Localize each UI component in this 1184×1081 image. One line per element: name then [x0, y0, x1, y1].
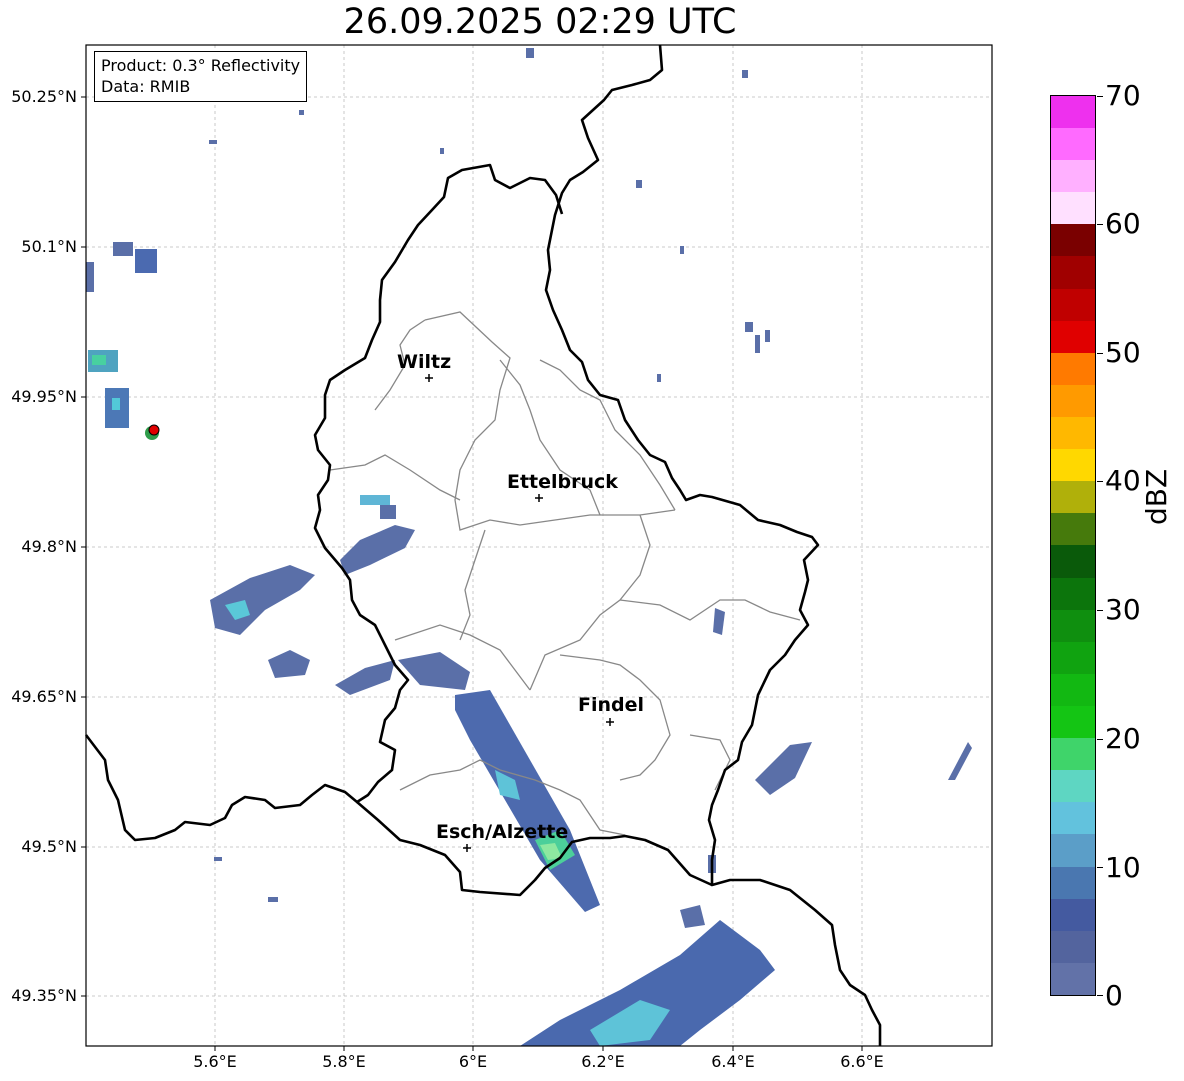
colorbar-segment	[1051, 641, 1095, 674]
lon-tick-label: 6.2°E	[581, 1052, 625, 1071]
colorbar-segment	[1051, 192, 1095, 225]
colorbar-segment	[1051, 449, 1095, 482]
colorbar-tick	[1097, 739, 1103, 740]
colorbar-tick-label: 20	[1105, 722, 1141, 755]
lat-tick-label: 49.65°N	[11, 687, 77, 706]
map-frame	[85, 44, 993, 1047]
colorbar-tick-label: 30	[1105, 593, 1141, 626]
colorbar-tick	[1097, 481, 1103, 482]
colorbar-unit-label: dBZ	[1140, 468, 1173, 525]
radar-map: Wiltz Ettelbruck Findel Esch/Alzette 50.…	[11, 44, 993, 1071]
colorbar-tick-label: 50	[1105, 336, 1141, 369]
colorbar-segment	[1051, 545, 1095, 578]
colorbar-segment	[1051, 930, 1095, 963]
colorbar-tick	[1097, 224, 1103, 225]
colorbar-segment	[1051, 95, 1095, 129]
colorbar-segment	[1051, 320, 1095, 353]
colorbar-segment	[1051, 673, 1095, 707]
lon-tick-label: 6.6°E	[840, 1052, 884, 1071]
lat-tick-label: 49.8°N	[21, 537, 77, 556]
colorbar-tick	[1097, 610, 1103, 611]
lat-tick-label: 49.35°N	[11, 986, 77, 1005]
city-label-ettelbruck: Ettelbruck	[507, 471, 618, 493]
colorbar-tick-label: 40	[1105, 464, 1141, 497]
colorbar-tick	[1097, 96, 1103, 97]
colorbar-segment	[1051, 417, 1095, 450]
colorbar-segment	[1051, 481, 1095, 514]
colorbar-segment	[1051, 802, 1095, 835]
product-label: Product: 0.3° Reflectivity	[101, 56, 301, 75]
colorbar-tick-label: 0	[1105, 979, 1123, 1012]
colorbar-segment	[1051, 898, 1095, 931]
city-label-esch-alzette: Esch/Alzette	[436, 821, 568, 843]
colorbar-segment	[1051, 224, 1095, 257]
colorbar-segment	[1051, 384, 1095, 418]
colorbar-segment	[1051, 128, 1095, 161]
canton-borders	[329, 311, 801, 836]
colorbar-segment	[1051, 866, 1095, 899]
national-borders	[84, 44, 882, 1046]
grid-lines	[86, 45, 992, 1046]
colorbar-tick-label: 10	[1105, 851, 1141, 884]
lat-tick-label: 49.95°N	[11, 387, 77, 406]
colorbar-tick-label: 60	[1105, 207, 1141, 240]
colorbar-segment	[1051, 513, 1095, 546]
lon-tick-label: 6°E	[459, 1052, 487, 1071]
lon-tick-label: 6.4°E	[711, 1052, 755, 1071]
colorbar-segment	[1051, 352, 1095, 385]
colorbar-segment	[1051, 738, 1095, 771]
colorbar-tick	[1097, 995, 1103, 996]
lat-tick-label: 49.5°N	[21, 837, 77, 856]
colorbar	[1050, 95, 1096, 996]
colorbar-tick-label: 70	[1105, 79, 1141, 112]
data-source-label: Data: RMIB	[101, 77, 191, 96]
colorbar-segment	[1051, 609, 1095, 642]
colorbar-segment	[1051, 770, 1095, 803]
colorbar-segment	[1051, 288, 1095, 321]
colorbar-tick	[1097, 867, 1103, 868]
colorbar-segment	[1051, 962, 1095, 995]
colorbar-segment	[1051, 577, 1095, 610]
colorbar-segment	[1051, 256, 1095, 289]
lat-tick-label: 50.1°N	[21, 237, 77, 256]
lat-tick-label: 50.25°N	[11, 87, 77, 106]
colorbar-segment	[1051, 834, 1095, 867]
colorbar-segment	[1051, 160, 1095, 193]
city-label-findel: Findel	[578, 694, 644, 716]
product-info-box: Product: 0.3° Reflectivity Data: RMIB	[94, 51, 308, 102]
colorbar-segment	[1051, 706, 1095, 739]
colorbar-tick	[1097, 353, 1103, 354]
lon-tick-label: 5.8°E	[322, 1052, 366, 1071]
city-label-wiltz: Wiltz	[397, 351, 451, 373]
axis-ticks	[81, 96, 863, 1051]
lon-tick-label: 5.6°E	[193, 1052, 237, 1071]
